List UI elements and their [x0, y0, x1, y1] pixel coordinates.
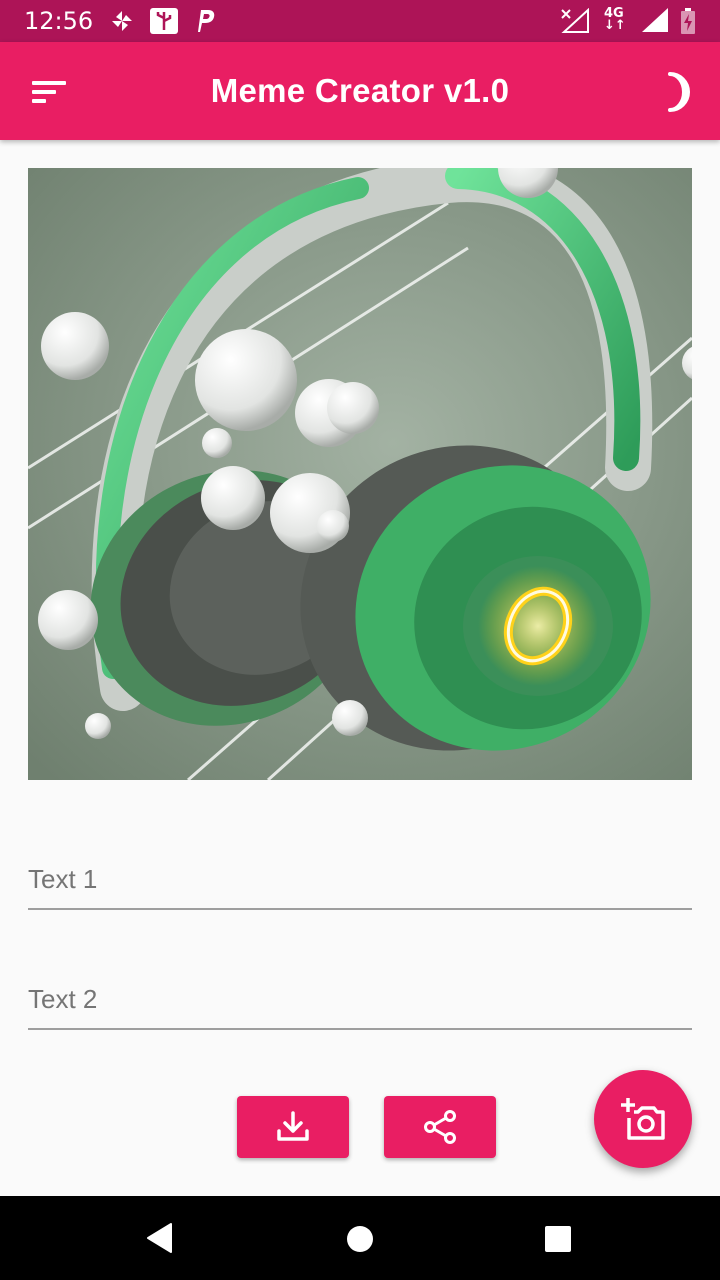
no-wifi-signal-icon [561, 8, 589, 33]
app-bar: Meme Creator v1.0 [0, 42, 720, 140]
share-button[interactable] [384, 1096, 496, 1158]
usb-icon [150, 8, 178, 34]
add-photo-camera-icon [621, 1098, 665, 1140]
network-type: 4G ↓↑ [604, 6, 626, 33]
text2-input[interactable] [28, 970, 692, 1030]
back-triangle-icon[interactable] [145, 1222, 173, 1254]
home-circle-icon[interactable] [346, 1225, 374, 1253]
download-icon [277, 1111, 309, 1141]
theme-toggle-button[interactable] [660, 70, 700, 114]
share-icon [424, 1110, 456, 1144]
text1-input[interactable] [28, 850, 692, 910]
headphones-image [28, 168, 692, 780]
crescent-moon-icon [668, 72, 690, 112]
battery-charging-icon [681, 8, 695, 34]
meme-image[interactable] [28, 168, 692, 780]
download-button[interactable] [237, 1096, 349, 1158]
app-title: Meme Creator v1.0 [210, 72, 510, 109]
cell-signal-icon [642, 8, 668, 32]
recents-square-icon[interactable] [544, 1225, 572, 1253]
status-time: 12:56 [24, 7, 94, 35]
status-bar: 12:56 4G ↓↑ [0, 0, 720, 42]
add-photo-fab[interactable] [594, 1070, 692, 1168]
pinwheel-icon [112, 11, 132, 31]
parking-p-icon [198, 10, 215, 32]
navigation-bar [0, 1196, 720, 1280]
